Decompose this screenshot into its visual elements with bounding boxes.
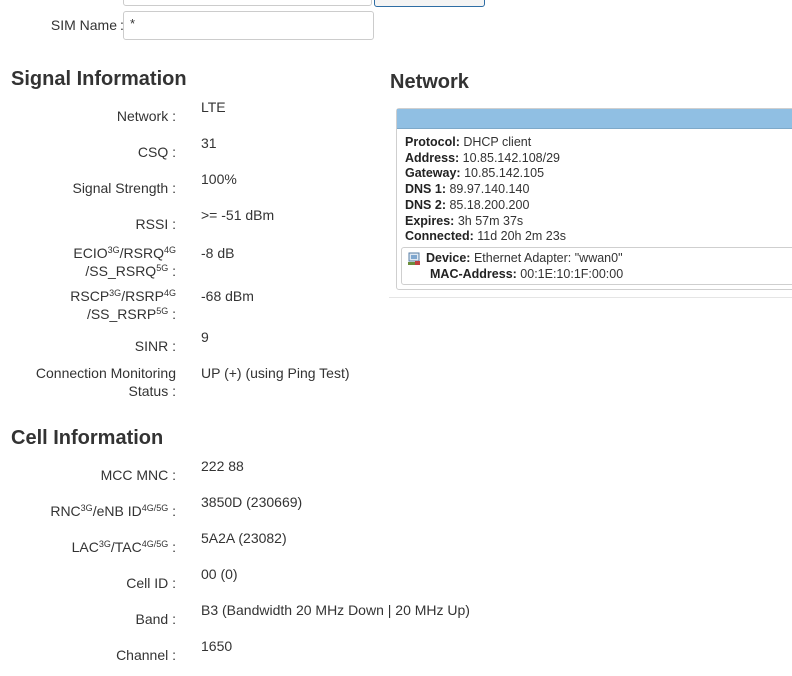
address-value: 10.85.142.108/29 <box>462 150 560 165</box>
rnc-enb-value: 3850D (230669) <box>201 494 303 510</box>
previous-field-input[interactable] <box>123 0 372 6</box>
signal-row-ecio-rsrq: ECIO3G/RSRQ4G /SS_RSRQ5G : -8 dB <box>0 244 400 284</box>
protocol-value: DHCP client <box>463 135 532 149</box>
signal-strength-label: Signal Strength : <box>72 180 176 196</box>
cell-row-cell-id: Cell ID : 00 (0) <box>0 566 400 597</box>
mcc-mnc-label: MCC MNC : <box>100 467 176 483</box>
cell-id-label: Cell ID : <box>126 575 176 591</box>
signal-row-rssi: RSSI : >= -51 dBm <box>0 207 400 238</box>
network-label: Network : <box>116 108 176 124</box>
connected-value: 11d 20h 2m 23s <box>477 229 566 244</box>
cell-row-lac-tac: LAC3G/TAC4G/5G : 5A2A (23082) <box>0 530 400 561</box>
sim-name-input[interactable] <box>123 11 374 40</box>
previous-action-button[interactable] <box>374 0 485 7</box>
cell-row-rnc-enb: RNC3G/eNB ID4G/5G : 3850D (230669) <box>0 494 400 525</box>
sinr-value: 9 <box>201 329 209 345</box>
dns1-value: 89.97.140.140 <box>449 182 530 197</box>
rssi-label: RSSI : <box>135 216 176 232</box>
cell-id-value: 00 (0) <box>201 566 238 582</box>
network-section-divider <box>389 297 792 298</box>
signal-row-rscp-rsrp: RSCP3G/RSRP4G /SS_RSRP5G : -68 dBm <box>0 287 400 327</box>
sim-name-label: SIM Name <box>50 17 117 33</box>
dns2-value: 85.18.200.200 <box>449 197 530 212</box>
signal-information-heading: Signal Information <box>11 68 187 90</box>
cell-row-band: Band : B3 (Bandwidth 20 MHz Down | 20 MH… <box>0 602 470 633</box>
sinr-label: SINR : <box>134 338 176 354</box>
expires-value: 3h 57m 37s <box>457 213 524 228</box>
network-interface-details: Protocol: DHCP client Address: 10.85.142… <box>405 135 566 244</box>
rscp-rsrp-label: RSCP3G/RSRP4G /SS_RSRP5G : <box>70 288 176 322</box>
signal-row-sinr: SINR : 9 <box>0 329 400 360</box>
cell-row-mcc-mnc: MCC MNC : 222 88 <box>0 458 400 489</box>
network-interface-header-bar <box>397 109 792 129</box>
network-heading: Network <box>390 71 469 93</box>
signal-row-csq: CSQ : 31 <box>0 135 400 166</box>
device-value: Ethernet Adapter: "wwan0" <box>473 251 623 265</box>
ethernet-adapter-icon <box>408 252 421 265</box>
band-label: Band : <box>135 611 176 627</box>
channel-label: Channel : <box>116 647 176 663</box>
cell-information-heading: Cell Information <box>11 427 164 449</box>
band-value: B3 (Bandwidth 20 MHz Down | 20 MHz Up) <box>201 602 470 618</box>
gateway-value: 10.85.142.105 <box>464 166 545 181</box>
connection-monitoring-value: UP (+) (using Ping Test) <box>201 365 350 381</box>
mac-address-value: 00:1E:10:1F:00:00 <box>520 266 624 281</box>
signal-row-connection-monitoring: Connection Monitoring Status : UP (+) (u… <box>0 364 400 404</box>
lac-tac-label: LAC3G/TAC4G/5G : <box>71 539 176 555</box>
status-page: SIM Name : Signal Information Network : … <box>0 0 792 676</box>
mcc-mnc-value: 222 88 <box>201 458 244 474</box>
cell-row-channel: Channel : 1650 <box>0 638 400 669</box>
channel-value: 1650 <box>201 638 233 654</box>
rnc-enb-label: RNC3G/eNB ID4G/5G : <box>50 503 176 519</box>
device-box: Device: Ethernet Adapter: "wwan0" MAC-Ad… <box>401 247 792 285</box>
signal-row-network: Network : LTE <box>0 99 400 130</box>
connection-monitoring-label: Connection Monitoring Status : <box>35 365 176 399</box>
csq-label: CSQ : <box>137 144 176 160</box>
network-interface-box: Protocol: DHCP client Address: 10.85.142… <box>396 108 792 290</box>
signal-row-signal-strength: Signal Strength : 100% <box>0 171 400 202</box>
device-details: Device: Ethernet Adapter: "wwan0" MAC-Ad… <box>426 251 624 281</box>
lac-tac-value: 5A2A (23082) <box>201 530 287 546</box>
ecio-rsrq-label: ECIO3G/RSRQ4G /SS_RSRQ5G : <box>73 245 176 279</box>
